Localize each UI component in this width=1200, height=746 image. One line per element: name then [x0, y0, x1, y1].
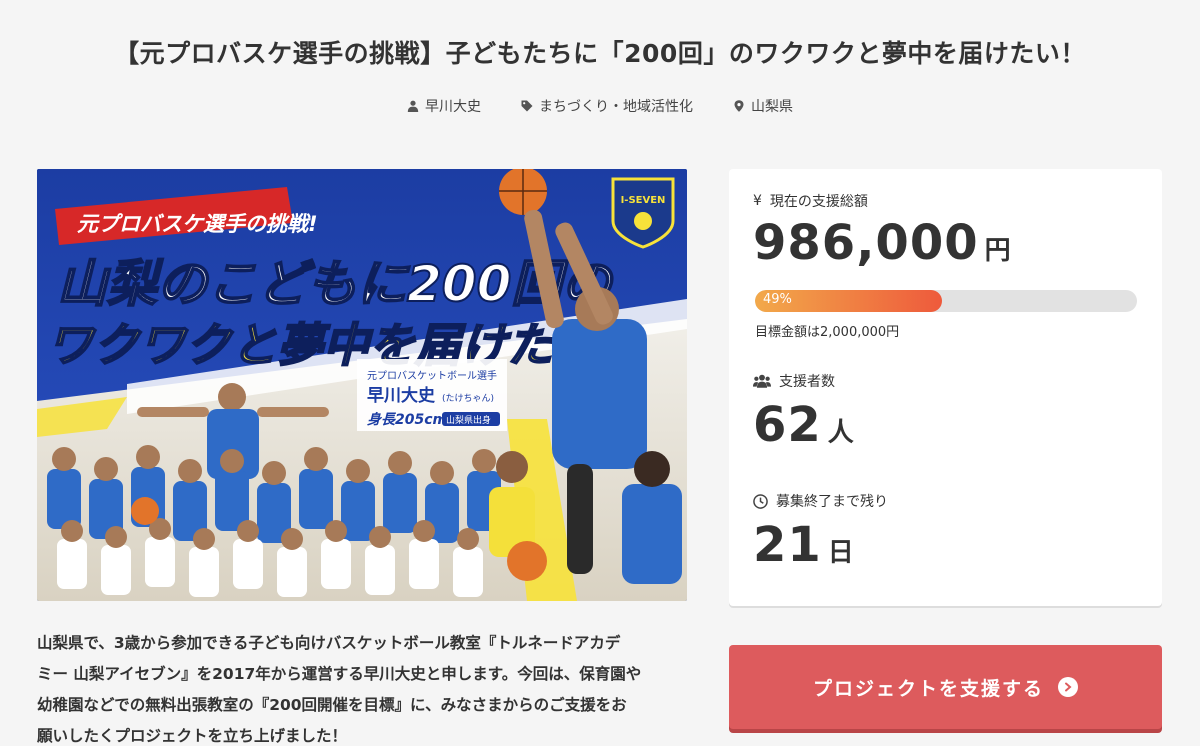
hero-caption-card: 元プロバスケットボール選手 早川大史 (たけちゃん) 身長205cm 山梨県出身	[357, 359, 507, 431]
club-logo-text: I-SEVEN	[621, 195, 666, 206]
person-icon	[407, 100, 419, 112]
total-amount-label: 現在の支援総額	[769, 194, 868, 210]
support-project-button-label: プロジェクトを支援する	[812, 677, 1044, 700]
remaining-value: 21	[753, 517, 822, 573]
remaining-label-row: 募集終了まで残り	[753, 491, 888, 511]
supporters-label: 支援者数	[779, 374, 835, 390]
goal-amount: 目標金額は2,000,000円	[755, 325, 900, 340]
total-amount-value: 986,000	[753, 215, 979, 271]
description-line: 願いしたくプロジェクトを立ち上げました！	[37, 727, 348, 745]
group-icon	[753, 374, 771, 388]
meta-author[interactable]: 早川大史	[407, 96, 481, 116]
supporters-label-row: 支援者数	[753, 371, 835, 391]
meta-author-label: 早川大史	[425, 99, 481, 115]
remaining-unit: 日	[827, 538, 854, 568]
description-line: 幼稚園などでの無料出張教室の『200回開催を目標』に、みなさまからのご支援をお	[37, 696, 627, 714]
hero-headline-1: 山梨のこどもに200回の	[57, 255, 614, 313]
meta-category-label: まちづくり・地域活性化	[539, 99, 693, 115]
clock-icon	[753, 493, 768, 509]
supporters-unit: 人	[827, 418, 854, 448]
hero-tagline: 元プロバスケ選手の挑戦!	[77, 212, 318, 236]
remaining-days: 21 日	[753, 517, 854, 573]
funding-stats-card: ¥ 現在の支援総額 986,000 円 49% 目標金額は2,000,000円 …	[729, 169, 1162, 606]
funding-progress-fill: 49%	[755, 290, 943, 312]
total-amount: 986,000 円	[753, 215, 1011, 271]
meta-category[interactable]: まちづくり・地域活性化	[521, 96, 693, 116]
description-line: 山梨県で、3歳から参加できる子ども向けバスケットボール教室『トルネードアカデ	[37, 634, 621, 652]
meta-location-label: 山梨県	[751, 99, 793, 115]
total-amount-unit: 円	[984, 236, 1011, 266]
funding-progress-bar: 49%	[755, 290, 1137, 312]
yen-icon: ¥	[753, 193, 762, 209]
description-line: ミー 山梨アイセブン』を2017年から運営する早川大史と申します。今回は、保育園…	[37, 665, 642, 683]
project-meta: 早川大史 まちづくり・地域活性化 山梨県	[0, 96, 1200, 116]
support-project-button[interactable]: プロジェクトを支援する	[729, 645, 1162, 729]
supporters-count: 62 人	[753, 397, 854, 453]
hero-caption-height: 身長205cm	[367, 411, 447, 428]
page-title: 【元プロバスケ選手の挑戦】子どもたちに「200回」のワクワクと夢中を届けたい！	[114, 39, 1086, 68]
supporters-value: 62	[753, 397, 822, 453]
hero-image: 元プロバスケ選手の挑戦! 山梨のこどもに200回の ワクワクと夢中を届けたい!!…	[37, 169, 687, 601]
hero-caption-name: 早川大史	[367, 385, 436, 406]
total-amount-label-row: ¥ 現在の支援総額	[753, 191, 868, 211]
club-logo: I-SEVEN	[611, 177, 675, 249]
tag-icon	[521, 100, 533, 112]
funding-progress-label: 49%	[763, 292, 792, 307]
hero-caption-nick: (たけちゃん)	[442, 393, 494, 404]
hero-caption-origin: 山梨県出身	[446, 414, 491, 426]
map-pin-icon	[734, 100, 744, 112]
remaining-label: 募集終了まで残り	[776, 494, 888, 510]
meta-location[interactable]: 山梨県	[733, 96, 793, 116]
hero-caption-role: 元プロバスケットボール選手	[367, 369, 497, 382]
project-description: 山梨県で、3歳から参加できる子ども向けバスケットボール教室『トルネードアカデ ミ…	[37, 628, 697, 746]
chevron-right-circle-icon	[1058, 677, 1078, 697]
